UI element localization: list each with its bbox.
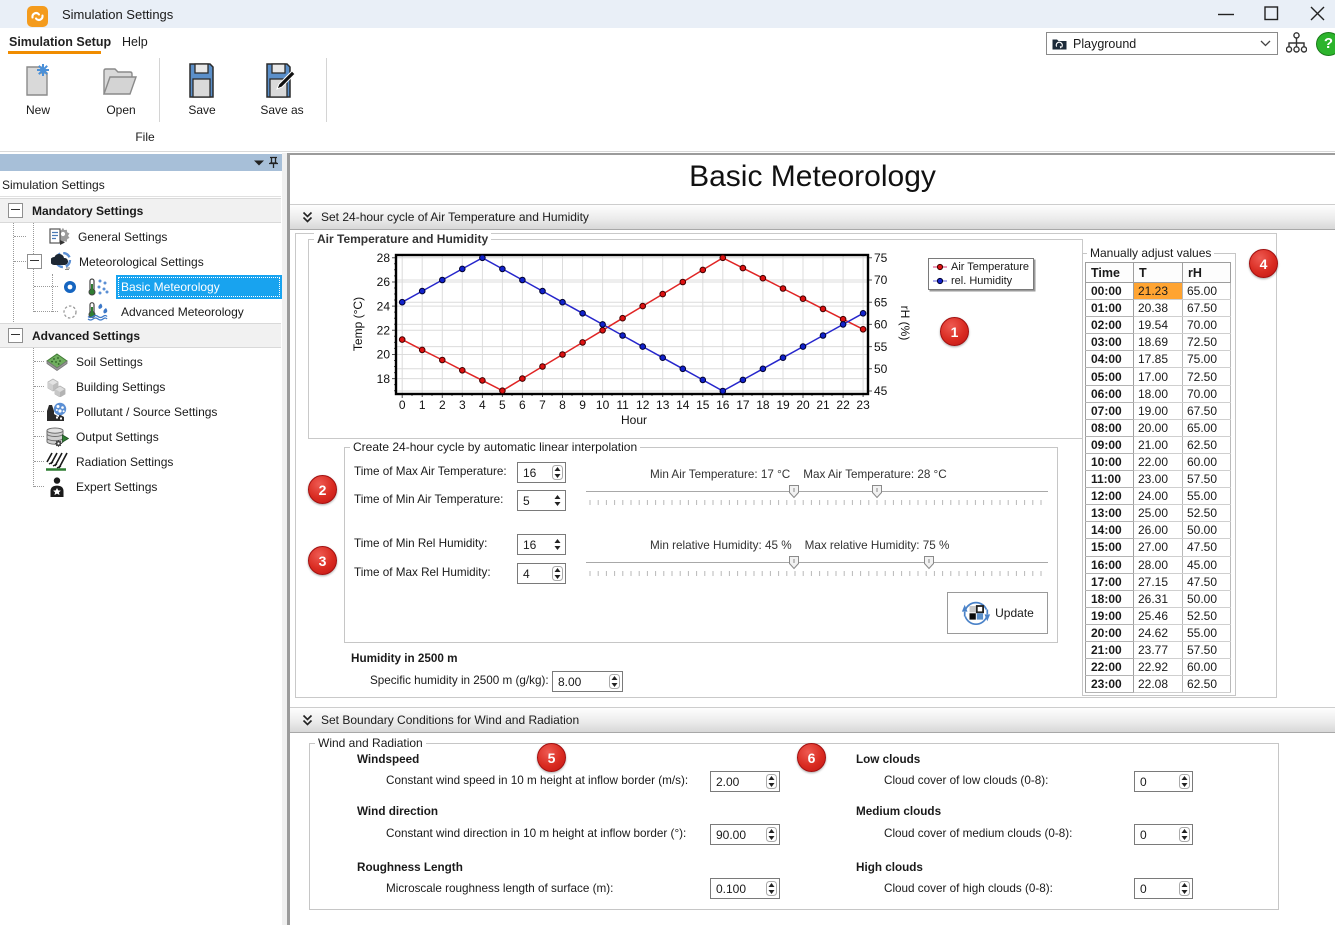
svg-text:2: 2 bbox=[439, 398, 446, 412]
svg-text:5: 5 bbox=[499, 398, 506, 412]
svg-text:18: 18 bbox=[377, 372, 391, 386]
svg-text:22: 22 bbox=[836, 398, 850, 412]
svg-text:11: 11 bbox=[616, 398, 629, 412]
svg-text:24: 24 bbox=[377, 299, 391, 313]
svg-text:26: 26 bbox=[377, 275, 391, 289]
svg-text:45: 45 bbox=[874, 384, 888, 398]
svg-text:8: 8 bbox=[559, 398, 566, 412]
svg-text:Temp (°C): Temp (°C) bbox=[351, 297, 365, 351]
svg-text:7: 7 bbox=[539, 398, 546, 412]
svg-text:19: 19 bbox=[776, 398, 790, 412]
svg-text:9: 9 bbox=[579, 398, 586, 412]
svg-text:15: 15 bbox=[696, 398, 710, 412]
svg-text:0: 0 bbox=[399, 398, 406, 412]
svg-text:55: 55 bbox=[874, 340, 888, 354]
svg-text:23: 23 bbox=[856, 398, 870, 412]
svg-text:20: 20 bbox=[377, 348, 391, 362]
svg-text:1: 1 bbox=[419, 398, 426, 412]
svg-text:Hour: Hour bbox=[621, 413, 647, 427]
svg-text:21: 21 bbox=[816, 398, 830, 412]
svg-text:20: 20 bbox=[796, 398, 810, 412]
svg-text:75: 75 bbox=[874, 251, 888, 265]
svg-text:60: 60 bbox=[874, 318, 888, 332]
svg-text:3: 3 bbox=[459, 398, 466, 412]
svg-text:12: 12 bbox=[636, 398, 650, 412]
svg-text:65: 65 bbox=[874, 295, 888, 309]
svg-text:70: 70 bbox=[874, 273, 888, 287]
svg-text:16: 16 bbox=[716, 398, 730, 412]
svg-text:10: 10 bbox=[596, 398, 610, 412]
svg-text:rH (%): rH (%) bbox=[898, 306, 912, 341]
svg-text:13: 13 bbox=[656, 398, 670, 412]
svg-text:17: 17 bbox=[736, 398, 750, 412]
svg-text:28: 28 bbox=[377, 251, 391, 265]
svg-text:6: 6 bbox=[519, 398, 526, 412]
svg-text:4: 4 bbox=[479, 398, 486, 412]
svg-text:22: 22 bbox=[377, 324, 391, 338]
svg-text:50: 50 bbox=[874, 362, 888, 376]
svg-text:18: 18 bbox=[756, 398, 770, 412]
svg-text:14: 14 bbox=[676, 398, 690, 412]
